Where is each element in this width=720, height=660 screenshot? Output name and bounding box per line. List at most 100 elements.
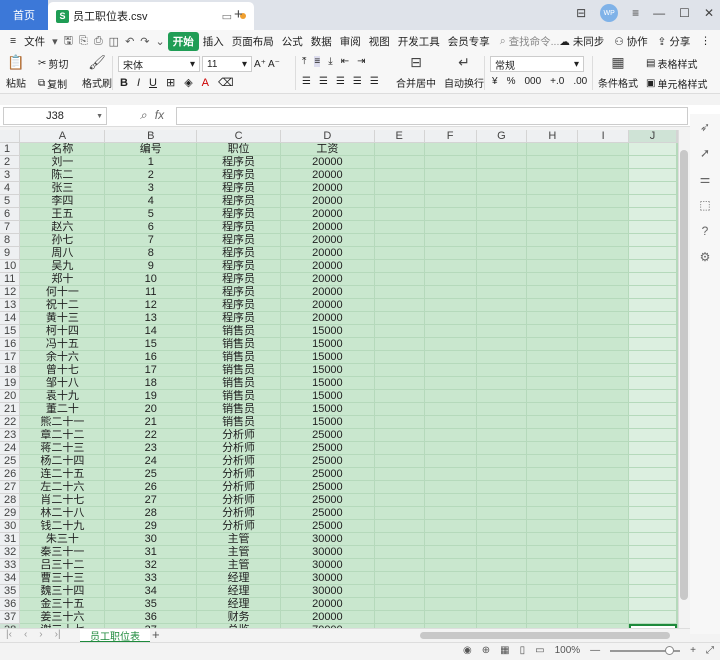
- cell[interactable]: [476, 571, 528, 586]
- cell[interactable]: [476, 207, 528, 222]
- chevron-down-icon[interactable]: ▾: [49, 35, 61, 48]
- cell[interactable]: [577, 428, 630, 443]
- align-top-icon[interactable]: ⤒: [302, 56, 306, 67]
- cell[interactable]: [424, 454, 477, 469]
- cell[interactable]: [476, 402, 528, 417]
- cell[interactable]: [526, 155, 579, 170]
- cell[interactable]: 熊二十一: [19, 415, 106, 430]
- cell[interactable]: [374, 506, 425, 521]
- cell[interactable]: [374, 376, 425, 391]
- save-icon[interactable]: 🖫: [61, 32, 76, 51]
- cell[interactable]: 销售员: [196, 376, 281, 391]
- cell[interactable]: [628, 467, 677, 482]
- globe-icon[interactable]: ⊕: [482, 645, 490, 656]
- cell[interactable]: [476, 142, 528, 157]
- row-header[interactable]: 17: [0, 350, 21, 365]
- menu-file[interactable]: 文件: [20, 34, 49, 49]
- cell[interactable]: [374, 415, 425, 430]
- column-header-d[interactable]: D: [280, 130, 375, 144]
- preview-icon[interactable]: ◫: [106, 35, 122, 48]
- sync-status[interactable]: ☁ 未同步: [559, 34, 604, 49]
- row-header[interactable]: 28: [0, 493, 21, 508]
- cell[interactable]: [374, 597, 425, 612]
- collab-button[interactable]: ⚇ 协作: [614, 34, 647, 49]
- cell[interactable]: [424, 337, 477, 352]
- cell[interactable]: [424, 493, 477, 508]
- cell[interactable]: [526, 454, 579, 469]
- cell[interactable]: 祝十二: [19, 298, 106, 313]
- cell[interactable]: 15000: [280, 363, 375, 378]
- cell[interactable]: [526, 558, 579, 573]
- cell[interactable]: [476, 259, 528, 274]
- shapes-icon[interactable]: ⬚: [699, 198, 710, 212]
- cell[interactable]: [424, 246, 477, 261]
- cell[interactable]: [628, 350, 677, 365]
- cell[interactable]: 程序员: [196, 233, 281, 248]
- cell[interactable]: 32: [104, 558, 198, 573]
- cell[interactable]: [424, 285, 477, 300]
- cell[interactable]: [577, 558, 630, 573]
- cell[interactable]: [526, 363, 579, 378]
- cell[interactable]: 金三十五: [19, 597, 106, 612]
- cell[interactable]: 9: [104, 259, 198, 274]
- cell[interactable]: [476, 506, 528, 521]
- cell[interactable]: 35: [104, 597, 198, 612]
- cell[interactable]: 名称: [19, 142, 106, 157]
- row-header[interactable]: 27: [0, 480, 21, 495]
- cell[interactable]: [526, 272, 579, 287]
- cell[interactable]: [577, 168, 630, 183]
- cell[interactable]: 25000: [280, 519, 375, 534]
- cell[interactable]: [424, 298, 477, 313]
- cell[interactable]: [476, 428, 528, 443]
- zoom-knob[interactable]: [665, 645, 675, 655]
- cell[interactable]: [628, 493, 677, 508]
- cell[interactable]: [577, 480, 630, 495]
- paste-button[interactable]: 📋 粘贴: [6, 54, 26, 90]
- cell[interactable]: [526, 545, 579, 560]
- cell[interactable]: [424, 480, 477, 495]
- cell[interactable]: [628, 597, 677, 612]
- menu-page-layout[interactable]: 页面布局: [228, 34, 278, 49]
- cell[interactable]: [374, 480, 425, 495]
- cell[interactable]: 左二十六: [19, 480, 106, 495]
- cell[interactable]: [526, 376, 579, 391]
- align-center-icon[interactable]: ☰: [319, 76, 328, 87]
- cell[interactable]: [476, 532, 528, 547]
- cell[interactable]: [424, 220, 477, 235]
- row-header[interactable]: 26: [0, 467, 21, 482]
- cell[interactable]: [577, 376, 630, 391]
- cell[interactable]: [577, 311, 630, 326]
- cell[interactable]: 30000: [280, 532, 375, 547]
- cell[interactable]: 肖二十七: [19, 493, 106, 508]
- cell[interactable]: [628, 545, 677, 560]
- cell[interactable]: [628, 441, 677, 456]
- cell[interactable]: [628, 233, 677, 248]
- cell[interactable]: [628, 272, 677, 287]
- export-icon[interactable]: ⎘: [76, 35, 91, 48]
- cell[interactable]: [526, 389, 579, 404]
- cell[interactable]: [476, 311, 528, 326]
- font-color-icon[interactable]: A: [202, 77, 209, 89]
- hamburger-icon[interactable]: ≡: [6, 35, 20, 47]
- cell[interactable]: 15000: [280, 376, 375, 391]
- cell[interactable]: [577, 272, 630, 287]
- zoom-search-icon[interactable]: ⌕: [140, 108, 147, 123]
- cell[interactable]: [476, 233, 528, 248]
- cell[interactable]: [628, 402, 677, 417]
- cell[interactable]: [374, 610, 425, 625]
- cell[interactable]: [476, 454, 528, 469]
- menu-start[interactable]: 开始: [167, 31, 199, 51]
- cell[interactable]: [374, 207, 425, 222]
- sliders-icon[interactable]: ⚌: [700, 172, 711, 186]
- cell[interactable]: [476, 246, 528, 261]
- cell[interactable]: 职位: [196, 142, 281, 157]
- cell[interactable]: 袁十九: [19, 389, 106, 404]
- cell[interactable]: 工资: [280, 142, 375, 157]
- cell[interactable]: 17: [104, 363, 198, 378]
- cell[interactable]: [476, 610, 528, 625]
- cell[interactable]: [577, 415, 630, 430]
- row-header[interactable]: 33: [0, 558, 21, 573]
- cell[interactable]: [424, 415, 477, 430]
- cell[interactable]: 销售员: [196, 337, 281, 352]
- cell[interactable]: [577, 298, 630, 313]
